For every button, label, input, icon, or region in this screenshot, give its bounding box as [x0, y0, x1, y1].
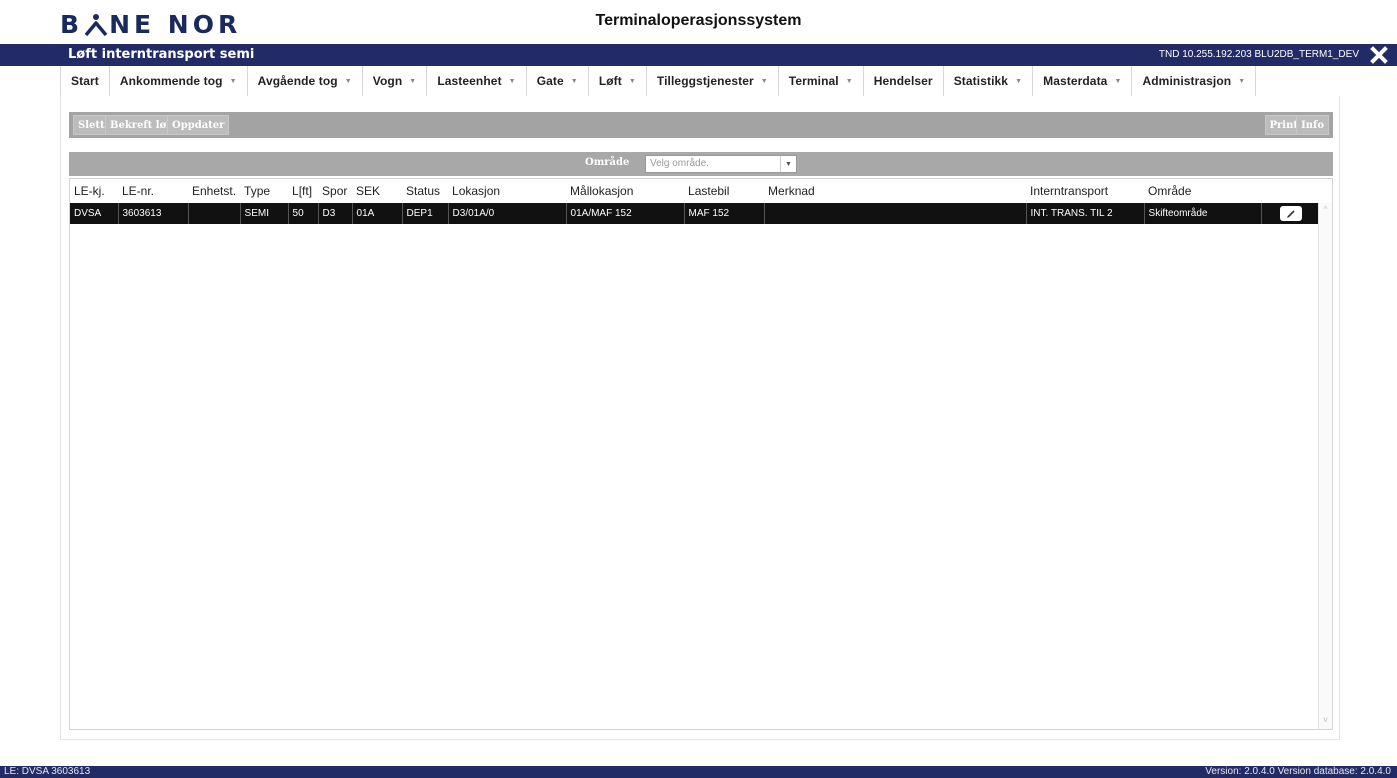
- table-cell: D3/01A/0: [448, 203, 567, 224]
- status-version: Version: 2.0.4.0 Version database: 2.0.4…: [1205, 766, 1391, 777]
- area-filter-label: Område: [585, 157, 630, 168]
- column-header[interactable]: Lokasjon: [448, 179, 566, 203]
- edit-pencil-icon[interactable]: [1280, 205, 1303, 221]
- menu-item-label: Hendelser: [873, 74, 933, 88]
- main-menu-bar: Start Ankommende tog ▼ Avgående tog ▼ Vogn ▼ La…: [60, 66, 1340, 96]
- menu-item-label: Ankommende tog: [119, 74, 223, 88]
- menu-item-gate[interactable]: Gate ▼: [527, 66, 589, 96]
- table-cell: [188, 203, 241, 224]
- column-header[interactable]: Merknad: [764, 179, 1026, 203]
- table-cell: 3603613: [118, 203, 189, 224]
- chevron-down-icon: ▼: [229, 77, 237, 85]
- chevron-down-icon: ▼: [344, 77, 352, 85]
- area-filter-bar: Område Velg område. ▼: [69, 152, 1333, 176]
- transport-grid: LE-kj. LE-nr. Enhetst. Type L[ft] Spor SEK Stat…: [69, 178, 1333, 730]
- chevron-down-icon: ▼: [1238, 77, 1246, 85]
- app-title-bar: Løft interntransport semi TND 10.255.192…: [0, 44, 1397, 66]
- close-icon[interactable]: [1369, 45, 1389, 65]
- menu-item-lasteenhet[interactable]: Lasteenhet ▼: [427, 66, 527, 96]
- column-header[interactable]: [1261, 179, 1321, 203]
- menu-item-vogn[interactable]: Vogn ▼: [363, 66, 428, 96]
- table-cell: INT. TRANS. TIL 2: [1026, 203, 1145, 224]
- table-cell: D3: [318, 203, 353, 224]
- column-header[interactable]: Status: [402, 179, 448, 203]
- menu-item-tilleggstjenester[interactable]: Tilleggstjenester ▼: [647, 66, 779, 96]
- system-title: Terminaloperasjonssystem: [595, 12, 802, 29]
- table-cell: 50: [288, 203, 319, 224]
- menu-item-hendelser[interactable]: Hendelser: [864, 66, 944, 96]
- menu-item-start[interactable]: Start: [61, 66, 110, 96]
- menu-item-label: Masterdata: [1043, 74, 1108, 88]
- column-header[interactable]: Spor: [318, 179, 352, 203]
- column-header[interactable]: SEK: [352, 179, 402, 203]
- table-cell: MAF 152: [684, 203, 765, 224]
- chevron-down-icon: ▼: [409, 77, 417, 85]
- menu-item-terminal[interactable]: Terminal ▼: [779, 66, 864, 96]
- chevron-down-icon: ▼: [628, 77, 636, 85]
- chevron-down-icon: ▼: [570, 77, 578, 85]
- table-header-row: LE-kj. LE-nr. Enhetst. Type L[ft] Spor SEK Stat…: [70, 179, 1321, 203]
- chevron-down-icon: ▼: [1114, 77, 1122, 85]
- menu-item-label: Løft: [598, 74, 622, 88]
- menu-item-label: Start: [71, 74, 99, 88]
- area-select-placeholder: Velg område.: [650, 158, 709, 169]
- column-header[interactable]: LE-nr.: [118, 179, 188, 203]
- menu-item-label: Vogn: [372, 74, 403, 88]
- table-cell: SEMI: [240, 203, 289, 224]
- connection-info: TND 10.255.192.203 BLU2DB_TERM1_DEV: [1158, 49, 1359, 60]
- table-cell: DEP1: [402, 203, 449, 224]
- table-cell-actions: [1261, 203, 1322, 224]
- table-cell: 01A: [352, 203, 403, 224]
- column-header[interactable]: Interntransport: [1026, 179, 1144, 203]
- menu-item-ankommende-tog[interactable]: Ankommende tog ▼: [110, 66, 248, 96]
- menu-item-label: Avgående tog: [257, 74, 338, 88]
- action-toolbar: Slett Bekreft løft Oppdater Print Info: [69, 112, 1333, 138]
- column-header[interactable]: Type: [240, 179, 288, 203]
- column-header[interactable]: L[ft]: [288, 179, 318, 203]
- vertical-scrollbar[interactable]: ^ v: [1318, 203, 1332, 729]
- chevron-down-icon: ▼: [508, 77, 516, 85]
- main-menu: Start Ankommende tog ▼ Avgående tog ▼ Vogn ▼ La…: [61, 66, 1340, 96]
- menu-item-label: Administrasjon: [1142, 74, 1232, 88]
- table-cell: 01A/MAF 152: [566, 203, 685, 224]
- column-header[interactable]: LE-kj.: [70, 179, 118, 203]
- table-cell: DVSA: [70, 203, 119, 224]
- column-header[interactable]: Mållokasjon: [566, 179, 684, 203]
- scroll-up-icon[interactable]: ^: [1319, 205, 1332, 217]
- menu-item-administrasjon[interactable]: Administrasjon ▼: [1132, 66, 1257, 96]
- transport-table: LE-kj. LE-nr. Enhetst. Type L[ft] Spor SEK Stat…: [70, 179, 1322, 224]
- update-button[interactable]: Oppdater: [167, 115, 230, 135]
- menu-item-masterdata[interactable]: Masterdata ▼: [1033, 66, 1133, 96]
- menu-item-statistikk[interactable]: Statistikk ▼: [944, 66, 1034, 96]
- main-panel: Slett Bekreft løft Oppdater Print Info O…: [60, 96, 1340, 740]
- menu-item-løft[interactable]: Løft ▼: [589, 66, 647, 96]
- chevron-down-icon[interactable]: ▼: [780, 156, 796, 172]
- menu-item-label: Gate: [536, 74, 564, 88]
- status-bar: LE: DVSA 3603613 Version: 2.0.4.0 Versio…: [0, 766, 1397, 778]
- status-selected-unit: LE: DVSA 3603613: [4, 766, 91, 777]
- menu-item-avgående-tog[interactable]: Avgående tog ▼: [248, 66, 363, 96]
- table-cell: Skifteområde: [1144, 203, 1262, 224]
- scroll-down-icon[interactable]: v: [1319, 715, 1332, 727]
- column-header[interactable]: Område: [1144, 179, 1261, 203]
- chevron-down-icon: ▼: [1015, 77, 1023, 85]
- chevron-down-icon: ▼: [760, 77, 768, 85]
- chevron-down-icon: ▼: [845, 77, 853, 85]
- menu-item-label: Lasteenhet: [437, 74, 502, 88]
- column-header[interactable]: Enhetst.: [188, 179, 240, 203]
- menu-item-label: Terminal: [788, 74, 839, 88]
- table-row[interactable]: DVSA 3603613 SEMI 50 D3 01A DEP1 D3/01A/0 01A/MA…: [70, 203, 1322, 224]
- area-select[interactable]: Velg område. ▼: [645, 155, 797, 173]
- menu-item-label: Statistikk: [953, 74, 1009, 88]
- table-cell: [764, 203, 1027, 224]
- menu-item-label: Tilleggstjenester: [656, 74, 754, 88]
- info-button[interactable]: Info: [1296, 115, 1329, 135]
- window-title: Løft interntransport semi: [68, 47, 255, 62]
- column-header[interactable]: Lastebil: [684, 179, 764, 203]
